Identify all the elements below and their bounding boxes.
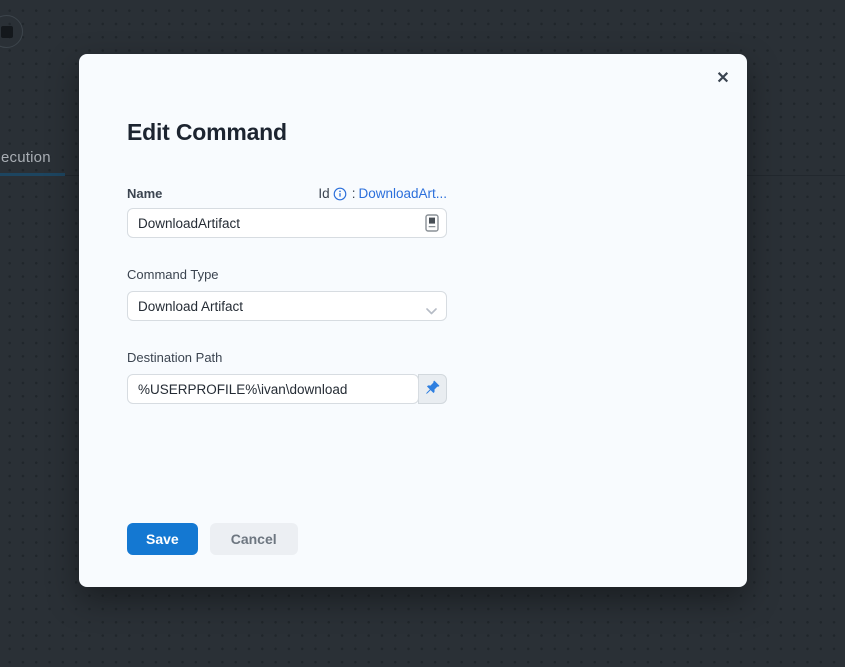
save-button[interactable]: Save xyxy=(127,523,198,555)
name-field-group: Name Id : DownloadArt... xyxy=(127,186,447,238)
name-input[interactable] xyxy=(127,208,447,238)
name-input-wrap xyxy=(127,208,447,238)
command-id-link[interactable]: DownloadArt... xyxy=(358,186,447,201)
command-type-label: Command Type xyxy=(127,267,219,282)
modal-content: Edit Command Name Id : DownloadArt... xyxy=(79,54,747,555)
background-tab-execution[interactable]: ecution xyxy=(1,149,51,166)
name-label-row: Name Id : DownloadArt... xyxy=(127,186,447,201)
command-type-field-group: Command Type Download Artifact xyxy=(127,266,447,321)
destination-path-input-group xyxy=(127,374,447,404)
id-prefix-label: Id xyxy=(318,186,329,201)
active-tab-underline xyxy=(0,173,65,176)
modal-actions: Save Cancel xyxy=(127,523,699,555)
pin-icon xyxy=(425,380,440,398)
stop-square-icon xyxy=(1,26,13,38)
autofill-card-icon[interactable] xyxy=(425,214,439,237)
pin-button[interactable] xyxy=(418,374,447,404)
command-type-selected-value: Download Artifact xyxy=(138,299,243,314)
name-label: Name xyxy=(127,186,162,201)
destination-path-field-group: Destination Path xyxy=(127,349,447,404)
modal-title: Edit Command xyxy=(127,118,699,146)
cancel-button[interactable]: Cancel xyxy=(210,523,298,555)
chevron-down-icon xyxy=(426,303,437,318)
background-stop-button[interactable] xyxy=(0,15,23,48)
destination-path-input[interactable] xyxy=(127,374,419,404)
close-icon[interactable]: ✕ xyxy=(712,67,734,89)
info-icon[interactable] xyxy=(333,187,347,201)
destination-path-label: Destination Path xyxy=(127,350,222,365)
edit-command-modal: ✕ Edit Command Name Id : DownloadA xyxy=(79,54,747,587)
command-id-reference: Id : DownloadArt... xyxy=(318,186,447,201)
id-colon: : xyxy=(352,186,356,201)
command-type-select[interactable]: Download Artifact xyxy=(127,291,447,321)
